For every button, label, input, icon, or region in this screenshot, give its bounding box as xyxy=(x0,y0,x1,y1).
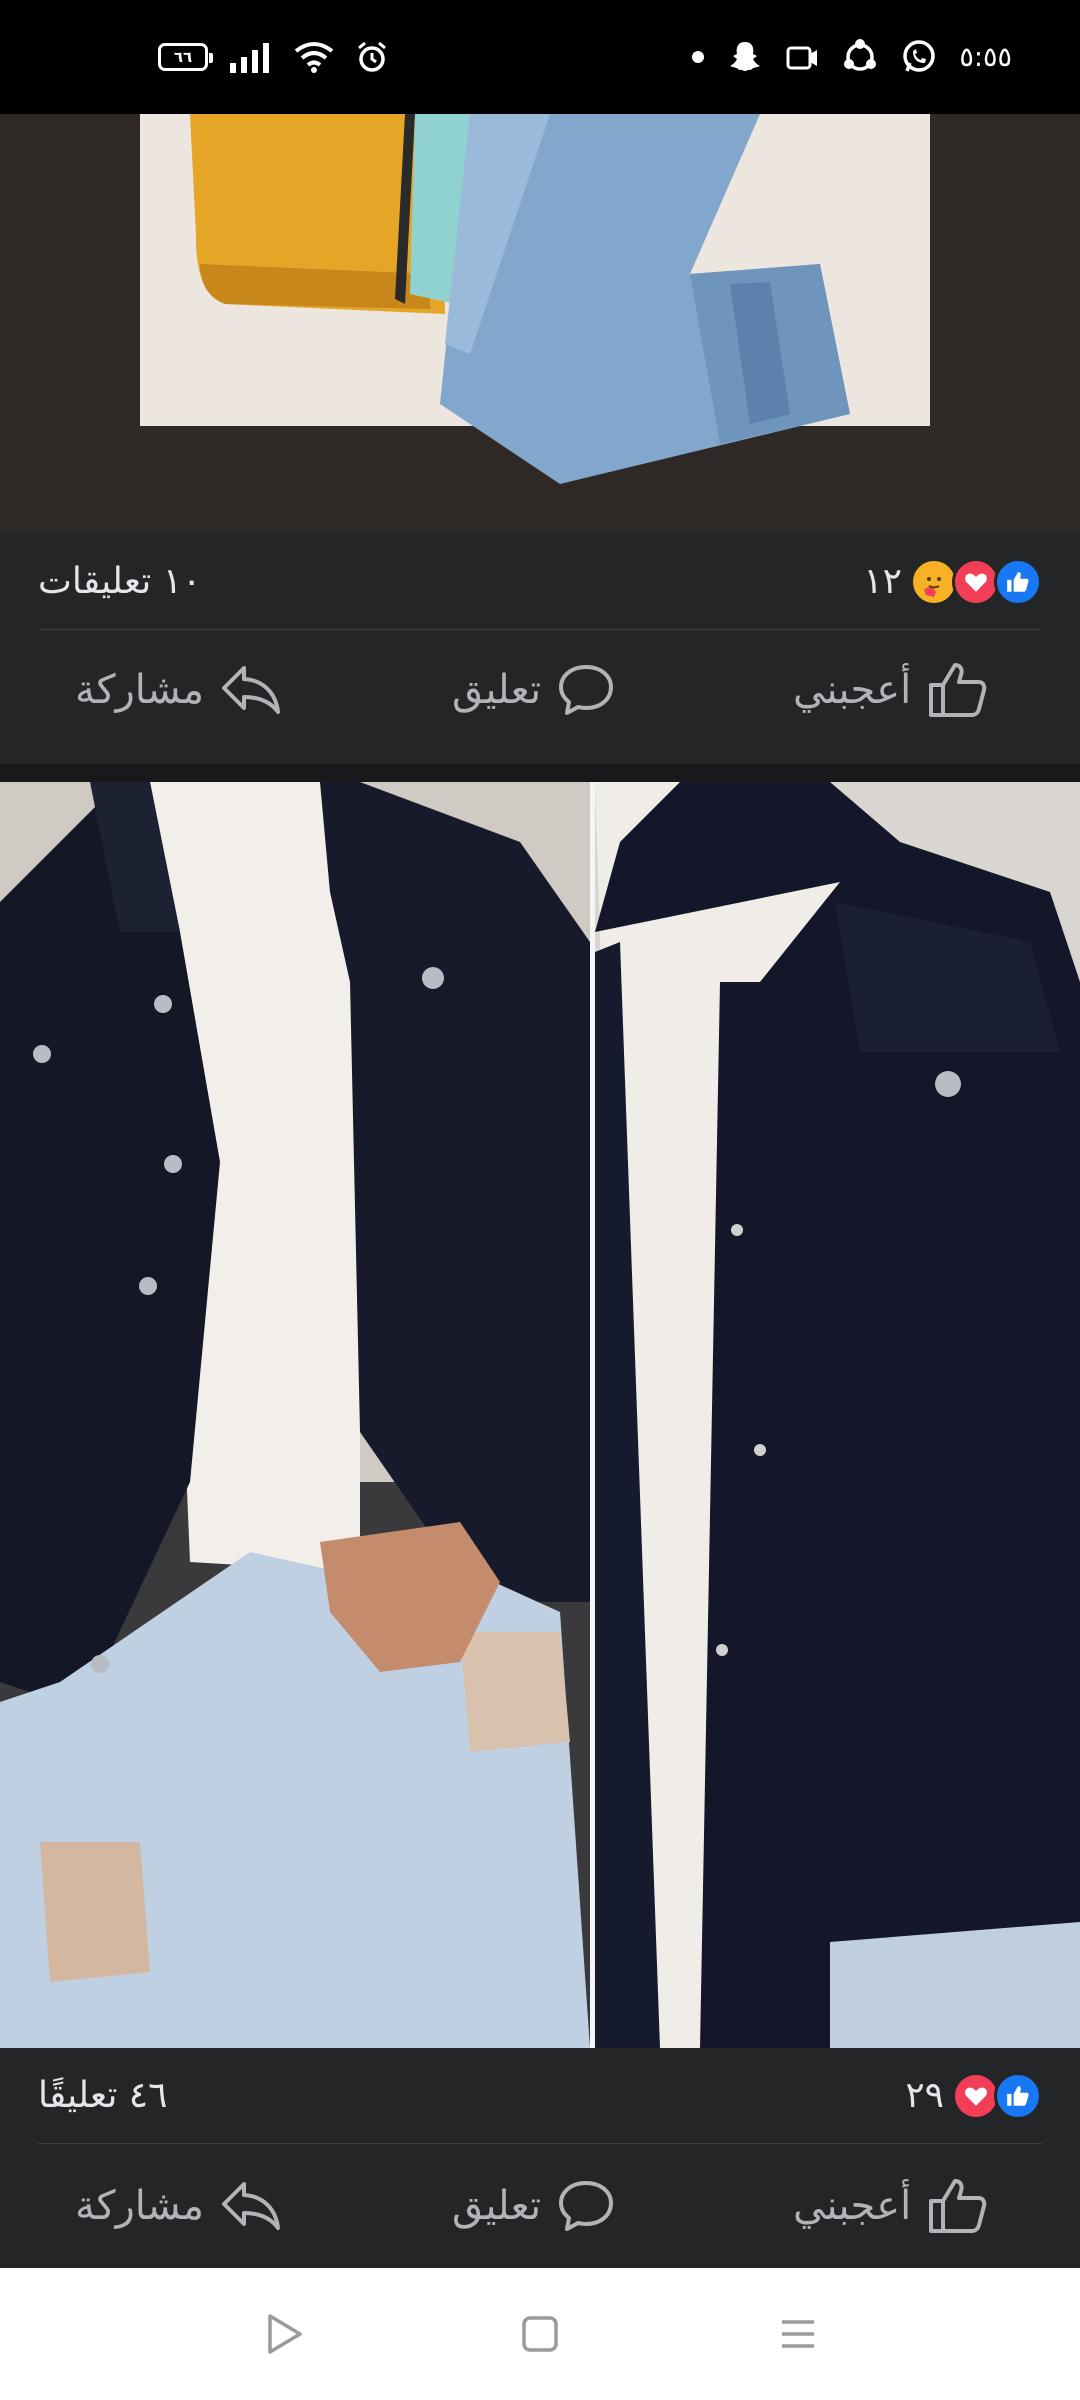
like-reaction-icon xyxy=(994,557,1042,606)
dot-icon xyxy=(692,51,705,63)
reaction-icons xyxy=(910,557,1042,606)
status-bar-left: ٦٦ xyxy=(158,0,388,114)
home-button[interactable] xyxy=(480,2268,600,2400)
reaction-count: ١٢ xyxy=(863,561,902,602)
like-button[interactable]: أعجبني xyxy=(793,2177,989,2235)
comment-button[interactable]: تعليق xyxy=(452,663,615,717)
like-button[interactable]: أعجبني xyxy=(793,661,989,719)
reaction-icons xyxy=(952,2071,1042,2120)
post-stats: ٤٦ تعليقًا ٢٩ xyxy=(38,2048,1042,2144)
navigation-bar xyxy=(0,2268,1080,2400)
post-stats: ١٠ تعليقات ١٢ xyxy=(38,534,1042,630)
sync-icon xyxy=(844,39,877,71)
like-reaction-icon xyxy=(994,2071,1042,2120)
comment-label: تعليق xyxy=(452,667,542,713)
like-label: أعجبني xyxy=(793,2183,912,2229)
reaction-count: ٢٩ xyxy=(905,2075,944,2116)
feed-separator xyxy=(0,764,1080,782)
home-icon xyxy=(522,2316,558,2352)
post-footer: ٤٦ تعليقًا ٢٩ مشاركة تعليق أعجبني xyxy=(0,2048,1080,2268)
post-image[interactable] xyxy=(0,114,1080,534)
comments-count[interactable]: ١٠ تعليقات xyxy=(38,561,201,602)
like-icon xyxy=(929,663,987,717)
love-reaction-icon xyxy=(952,557,1000,606)
care-reaction-icon xyxy=(910,557,958,606)
whatsapp-icon xyxy=(903,40,936,72)
battery-icon: ٦٦ xyxy=(158,43,213,71)
reactions-summary[interactable]: ١٢ xyxy=(863,557,1042,606)
post-actions: مشاركة تعليق أعجبني xyxy=(0,2144,1080,2268)
recents-button[interactable] xyxy=(738,2268,858,2400)
jacket-and-jeans-photo xyxy=(0,114,1080,534)
status-bar-right: ٥:٥٥ xyxy=(691,0,1012,114)
like-label: أعجبني xyxy=(793,667,912,713)
status-bar: ٦٦ ٥:٥٥ xyxy=(0,0,1080,114)
reactions-summary[interactable]: ٢٩ xyxy=(905,2071,1042,2120)
love-reaction-icon xyxy=(952,2071,1000,2120)
comments-count[interactable]: ٤٦ تعليقًا xyxy=(38,2075,167,2116)
share-button[interactable]: مشاركة xyxy=(75,2180,282,2232)
comment-icon xyxy=(559,2181,614,2231)
share-icon xyxy=(222,2182,281,2230)
battery-level: ٦٦ xyxy=(173,48,193,66)
share-label: مشاركة xyxy=(75,2183,205,2229)
comment-icon xyxy=(559,665,614,715)
snapchat-icon xyxy=(730,42,761,71)
back-icon xyxy=(268,2314,302,2354)
like-icon xyxy=(929,2179,987,2233)
share-icon xyxy=(222,666,281,714)
clock: ٥:٥٥ xyxy=(959,41,1012,73)
signal-icon xyxy=(230,43,269,73)
share-button[interactable]: مشاركة xyxy=(75,664,282,716)
comment-label: تعليق xyxy=(452,2183,542,2229)
denim-jacket-photo xyxy=(0,782,1080,2048)
post-actions: مشاركة تعليق أعجبني xyxy=(0,630,1080,750)
comment-button[interactable]: تعليق xyxy=(452,2179,615,2233)
alarm-icon xyxy=(358,41,386,72)
back-button[interactable] xyxy=(224,2268,344,2400)
recents-icon xyxy=(782,2320,814,2348)
app-icon xyxy=(786,46,818,70)
post-footer: ١٠ تعليقات ١٢ مشاركة تعليق أعجبني xyxy=(0,534,1080,764)
share-label: مشاركة xyxy=(75,667,205,713)
wifi-icon xyxy=(294,42,334,73)
post-image[interactable] xyxy=(0,782,1080,2048)
